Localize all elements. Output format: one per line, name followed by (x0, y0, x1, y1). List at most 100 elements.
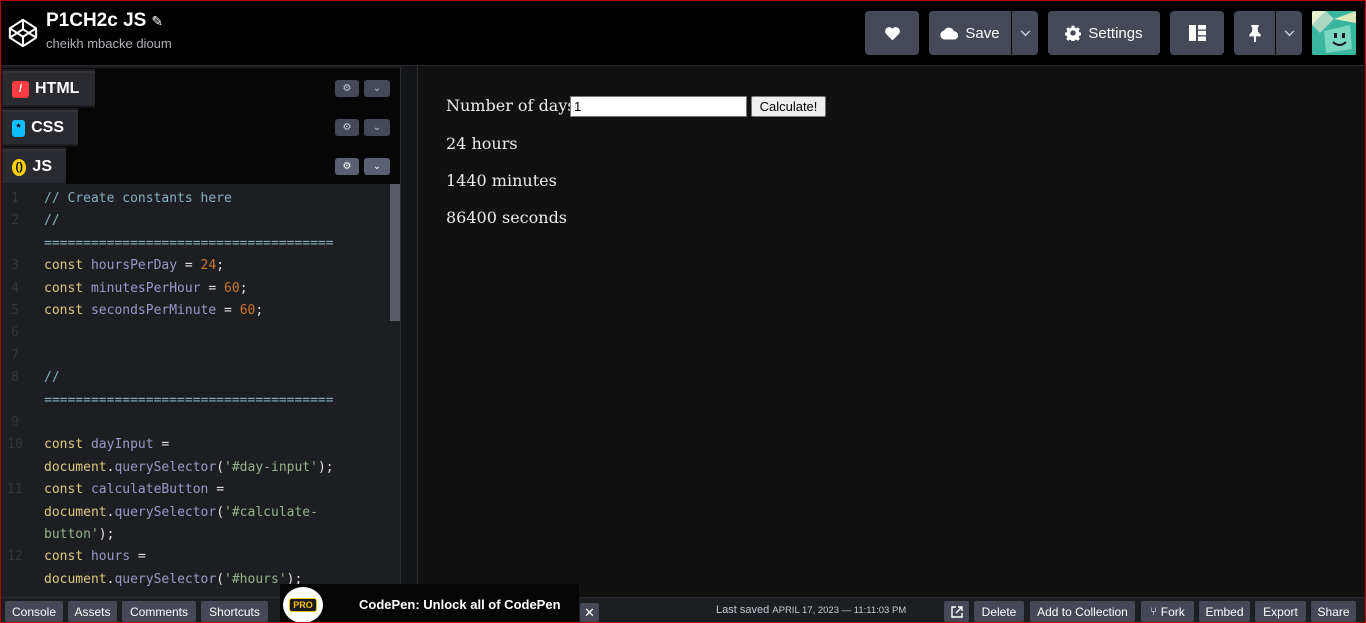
save-button[interactable]: Save (929, 11, 1011, 55)
code-token: querySelector (114, 504, 217, 520)
change-view-button[interactable] (1170, 11, 1224, 55)
code-token: const (44, 437, 91, 453)
code-token: document (44, 459, 107, 475)
code-line[interactable]: 2 // (0, 209, 390, 232)
shortcuts-button[interactable]: Shortcuts (201, 601, 268, 622)
pen-author[interactable]: cheikh mbacke dioum (46, 36, 172, 51)
code-line[interactable]: 9 (0, 411, 390, 434)
code-token: = (177, 258, 201, 274)
chevron-down-icon: ⌄ (372, 122, 382, 133)
code-token: dayInput (90, 437, 154, 453)
user-avatar[interactable] (1312, 11, 1356, 55)
save-dropdown-button[interactable] (1012, 11, 1038, 55)
line-code: document.querySelector('#calculate- (44, 501, 318, 524)
fork-button[interactable]: ⑂ Fork (1141, 601, 1194, 622)
day-input[interactable]: 1 (570, 96, 747, 117)
code-token: document (44, 504, 107, 520)
html-tab-label: HTML (35, 80, 80, 97)
code-token: = (153, 437, 170, 453)
code-token: // (44, 370, 60, 386)
code-line[interactable]: 1 // Create constants here (0, 187, 390, 210)
assets-button[interactable]: Assets (68, 601, 117, 622)
layout-icon (1188, 25, 1206, 41)
console-button[interactable]: Console (5, 601, 63, 622)
code-line[interactable]: button'); (0, 523, 390, 546)
code-line[interactable]: 12 const hours = (0, 545, 390, 568)
heart-icon (884, 26, 900, 40)
code-token: const (44, 549, 91, 565)
js-code-editor[interactable]: 1// Create constants here 2//============… (0, 184, 400, 597)
settings-button[interactable]: Settings (1048, 11, 1160, 55)
close-icon: ✕ (584, 604, 595, 620)
code-line[interactable]: ===================================== (0, 232, 390, 255)
pen-title[interactable]: P1CH2c JS ✎ (46, 10, 163, 32)
line-number: 3 (11, 258, 19, 274)
code-token: querySelector (114, 571, 217, 587)
line-number: 11 (7, 482, 23, 498)
css-settings-button[interactable]: ⚙ (335, 119, 359, 136)
export-button[interactable]: Export (1255, 601, 1306, 622)
code-token: ; (216, 258, 225, 274)
delete-button[interactable]: Delete (974, 601, 1024, 622)
chevron-down-icon (1284, 29, 1294, 36)
js-collapse-button[interactable]: ⌄ (364, 158, 390, 175)
code-line[interactable]: 8 // (0, 366, 390, 389)
code-line[interactable]: 5 const secondsPerMinute = 60; (0, 299, 390, 322)
last-saved-time: APRIL 17, 2023 — 11:11:03 PM (772, 605, 907, 616)
code-line[interactable]: 4 const minutesPerHour = 60; (0, 277, 390, 300)
css-editor-header: * CSS ⚙ ⌄ (0, 107, 400, 146)
pin-button[interactable] (1234, 11, 1275, 55)
line-code: // (44, 366, 60, 389)
heart-button[interactable] (865, 11, 919, 55)
add-to-collection-button[interactable]: Add to Collection (1030, 601, 1135, 622)
code-line[interactable]: 11 const calculateButton = (0, 478, 390, 501)
code-token: const (44, 482, 91, 498)
chevron-down-icon: ⌄ (372, 161, 382, 172)
embed-button[interactable]: Embed (1199, 601, 1250, 622)
gear-icon: ⚙ (342, 161, 352, 172)
open-external-button[interactable] (944, 601, 969, 622)
line-number: 7 (11, 347, 19, 363)
code-token: calculateButton (90, 482, 209, 498)
js-settings-button[interactable]: ⚙ (335, 158, 359, 175)
pin-dropdown-button[interactable] (1276, 11, 1302, 55)
code-token: const (44, 303, 91, 318)
code-token: hoursPerDay (90, 258, 178, 274)
code-token: = (130, 549, 146, 565)
html-editor-tab[interactable]: / HTML (3, 71, 95, 105)
js-editor-tab[interactable]: () JS (3, 149, 66, 183)
codepen-logo-icon[interactable] (8, 17, 38, 49)
code-line[interactable]: 10 const dayInput = (0, 433, 390, 456)
fork-icon: ⑂ (1150, 605, 1157, 618)
css-editor-tab[interactable]: * CSS (3, 110, 78, 144)
js-icon: () (12, 158, 27, 176)
comments-button[interactable]: Comments (122, 601, 196, 622)
share-button[interactable]: Share (1311, 601, 1356, 622)
css-collapse-button[interactable]: ⌄ (364, 119, 390, 136)
code-token: const (44, 280, 91, 296)
html-collapse-button[interactable]: ⌄ (364, 80, 390, 97)
html-editor-header: / HTML ⚙ ⌄ (0, 68, 400, 107)
cloud-icon (940, 27, 959, 39)
code-token: '#calculate- (224, 504, 318, 520)
calculate-button[interactable]: Calculate! (751, 96, 826, 117)
code-token: '#hours' (224, 571, 287, 587)
close-banner-button[interactable]: ✕ (580, 603, 599, 622)
panel-resizer[interactable] (400, 66, 418, 597)
code-token: 60 (239, 303, 256, 318)
code-scrollbar[interactable] (390, 184, 400, 321)
html-settings-button[interactable]: ⚙ (335, 80, 359, 97)
line-code: // (44, 209, 60, 232)
code-line[interactable]: ===================================== (0, 389, 390, 412)
code-line[interactable]: 6 (0, 321, 390, 344)
code-line[interactable]: document.querySelector('#day-input'); (0, 456, 390, 479)
settings-label: Settings (1088, 24, 1143, 42)
external-link-icon (950, 605, 963, 618)
pencil-icon[interactable]: ✎ (151, 13, 163, 30)
line-code: const calculateButton = (44, 478, 224, 501)
code-line[interactable]: 3 const hoursPerDay = 24; (0, 254, 390, 277)
pro-upsell-banner[interactable]: PRO CodePen: Unlock all of CodePen (280, 584, 579, 623)
code-line[interactable]: 7 (0, 344, 390, 367)
js-tab-label: JS (32, 158, 52, 175)
code-line[interactable]: document.querySelector('#calculate- (0, 501, 390, 524)
